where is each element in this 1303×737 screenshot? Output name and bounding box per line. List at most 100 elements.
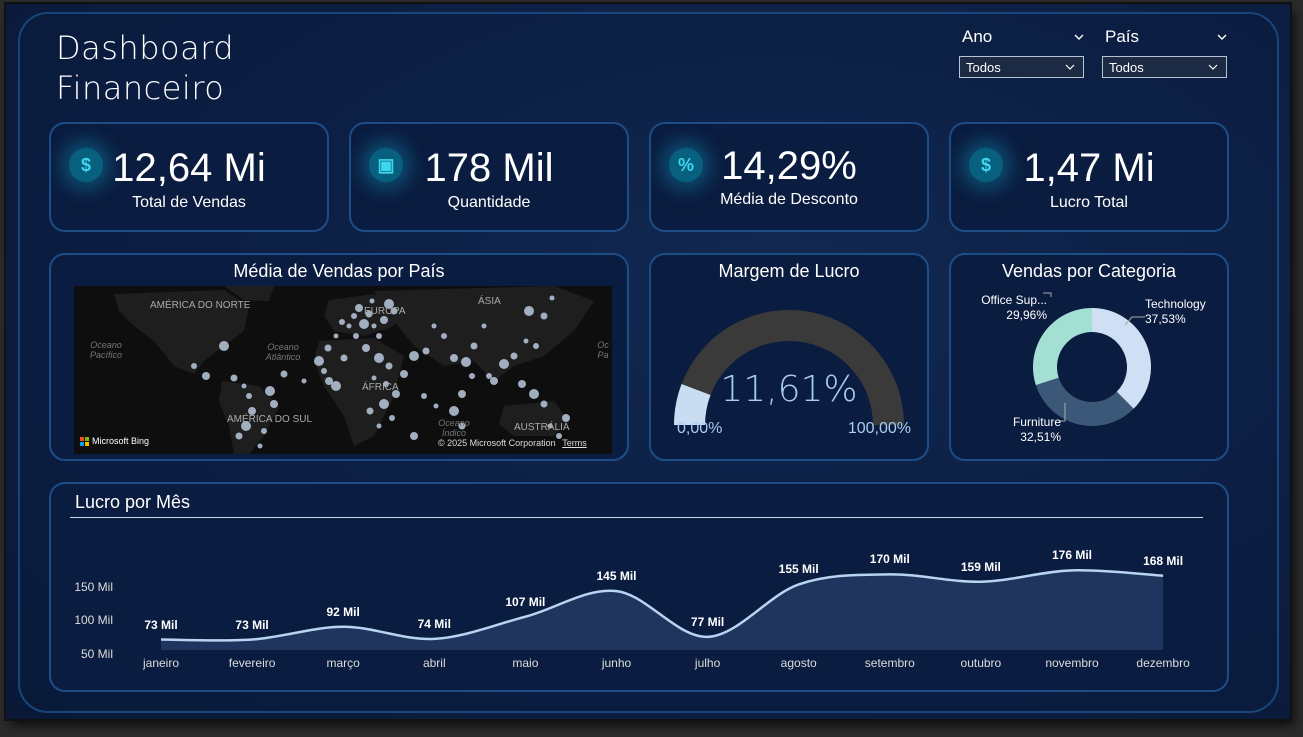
- map-bubble[interactable]: [314, 356, 324, 366]
- kpi-total-vendas: $ 12,64 Mi Total de Vendas: [49, 122, 329, 232]
- map-bubble[interactable]: [380, 316, 388, 324]
- map-bubble[interactable]: [346, 323, 352, 329]
- map-bubble[interactable]: [490, 377, 498, 385]
- map-label-south-america: AMÉRICA DO SUL: [227, 414, 313, 425]
- kpi-value: 1,47 Mi: [1023, 146, 1155, 190]
- map-bubble[interactable]: [470, 342, 478, 350]
- map-bubble[interactable]: [510, 352, 518, 360]
- map-bubble[interactable]: [518, 380, 526, 388]
- map-bubble[interactable]: [235, 432, 243, 440]
- microsoft-logo-icon: [80, 436, 89, 446]
- map-bubble[interactable]: [257, 443, 263, 449]
- map-bubble[interactable]: [389, 415, 395, 421]
- data-label: 107 Mil: [505, 594, 546, 609]
- filter-ano-value: Todos: [966, 59, 1001, 75]
- map-bubble[interactable]: [540, 400, 548, 408]
- map-bubble[interactable]: [241, 383, 247, 389]
- dashboard-frame: Dashboard Financeiro Ano Todos País Todo…: [6, 4, 1290, 719]
- chevron-down-icon: [1074, 34, 1084, 40]
- map-bubble[interactable]: [362, 344, 370, 352]
- filter-ano: Ano Todos: [959, 26, 1084, 78]
- map-bubble[interactable]: [301, 378, 307, 384]
- map-bubble[interactable]: [433, 403, 439, 409]
- map-bubble[interactable]: [540, 312, 548, 320]
- map-bubble[interactable]: [280, 370, 288, 378]
- filter-ano-header[interactable]: Ano: [959, 26, 1084, 48]
- map-label-north-america: AMÉRICA DO NORTE: [150, 300, 251, 311]
- map-bubble[interactable]: [409, 351, 419, 361]
- map-bubble[interactable]: [374, 353, 384, 363]
- map-bubble[interactable]: [379, 399, 389, 409]
- world-map[interactable]: AMÉRICA DO NORTE AMÉRICA DO SUL EUROPA Á…: [74, 286, 612, 454]
- kpi-caption: Média de Desconto: [720, 191, 858, 208]
- map-bubble[interactable]: [486, 373, 492, 379]
- map-bubble[interactable]: [371, 323, 377, 329]
- map-bubble[interactable]: [333, 333, 339, 339]
- map-bubble[interactable]: [441, 333, 447, 339]
- map-ocean-indian: Oceano Índico: [438, 418, 470, 438]
- data-label: 168 Mil: [1143, 553, 1184, 568]
- bing-logo: Microsoft Bing: [80, 436, 149, 446]
- chevron-down-icon: [1208, 64, 1218, 70]
- map-bubble[interactable]: [533, 343, 539, 349]
- map-bubble[interactable]: [431, 323, 437, 329]
- map-ocean-atlantic: Oceano Atlântico: [265, 342, 301, 362]
- map-bubble[interactable]: [523, 338, 529, 344]
- x-tick-label: fevereiro: [228, 656, 276, 670]
- map-bubble[interactable]: [261, 428, 267, 434]
- map-bubble[interactable]: [458, 390, 466, 398]
- map-bubble[interactable]: [366, 407, 374, 415]
- map-bubble[interactable]: [265, 386, 275, 396]
- kpi-value: 12,64 Mi: [112, 146, 266, 190]
- map-bubble[interactable]: [422, 347, 430, 355]
- map-bubble[interactable]: [400, 370, 408, 378]
- map-bubble[interactable]: [202, 372, 210, 380]
- map-bubble[interactable]: [321, 368, 327, 374]
- map-bubble[interactable]: [410, 432, 418, 440]
- map-bubble[interactable]: [355, 304, 363, 312]
- map-bubble[interactable]: [449, 406, 459, 416]
- bing-text: Microsoft Bing: [92, 436, 150, 446]
- data-label: 77 Mil: [690, 614, 725, 629]
- title-line-1: Dashboard: [56, 29, 235, 67]
- map-bubble[interactable]: [499, 359, 509, 369]
- map-bubble[interactable]: [324, 344, 332, 352]
- map-bubble[interactable]: [340, 354, 348, 362]
- map-bubble[interactable]: [385, 362, 393, 370]
- map-bubble[interactable]: [371, 375, 377, 381]
- map-bubble[interactable]: [359, 319, 369, 329]
- map-bubble[interactable]: [469, 373, 475, 379]
- map-bubble[interactable]: [481, 323, 487, 329]
- map-bubble[interactable]: [369, 298, 375, 304]
- x-tick-label: julho: [694, 656, 721, 670]
- filter-ano-select[interactable]: Todos: [959, 56, 1084, 78]
- map-bubble[interactable]: [219, 341, 229, 351]
- map-bubble[interactable]: [549, 295, 555, 301]
- filter-pais-header[interactable]: País: [1102, 26, 1227, 48]
- map-bubble[interactable]: [331, 381, 341, 391]
- kpi-value: 178 Mil: [424, 146, 554, 190]
- map-bubble[interactable]: [376, 423, 382, 429]
- donut-label-name: Furniture: [1012, 415, 1061, 429]
- map-bubble[interactable]: [230, 374, 238, 382]
- map-bubble[interactable]: [562, 414, 570, 422]
- map-bubble[interactable]: [339, 319, 345, 325]
- map-bubble[interactable]: [461, 357, 471, 367]
- map-label-africa: ÁFRICA: [362, 382, 399, 393]
- map-bubble[interactable]: [529, 389, 539, 399]
- map-bubble[interactable]: [351, 313, 357, 319]
- map-card: Média de Vendas por País AMÉRICA DO NORT…: [49, 253, 629, 461]
- filter-pais-select[interactable]: Todos: [1102, 56, 1227, 78]
- terms-link[interactable]: Terms: [562, 438, 587, 448]
- map-bubble[interactable]: [353, 333, 359, 339]
- map-bubble[interactable]: [524, 306, 534, 316]
- map-bubble[interactable]: [191, 363, 197, 369]
- map-ocean-pacific: Oceano Pacífico: [89, 340, 122, 360]
- map-bubble[interactable]: [376, 333, 382, 339]
- donut-segment-technology[interactable]: [1092, 308, 1151, 409]
- map-bubble[interactable]: [421, 393, 427, 399]
- kpi-caption: Lucro Total: [1050, 194, 1128, 211]
- map-bubble[interactable]: [246, 393, 252, 399]
- map-bubble[interactable]: [270, 400, 278, 408]
- map-bubble[interactable]: [450, 354, 458, 362]
